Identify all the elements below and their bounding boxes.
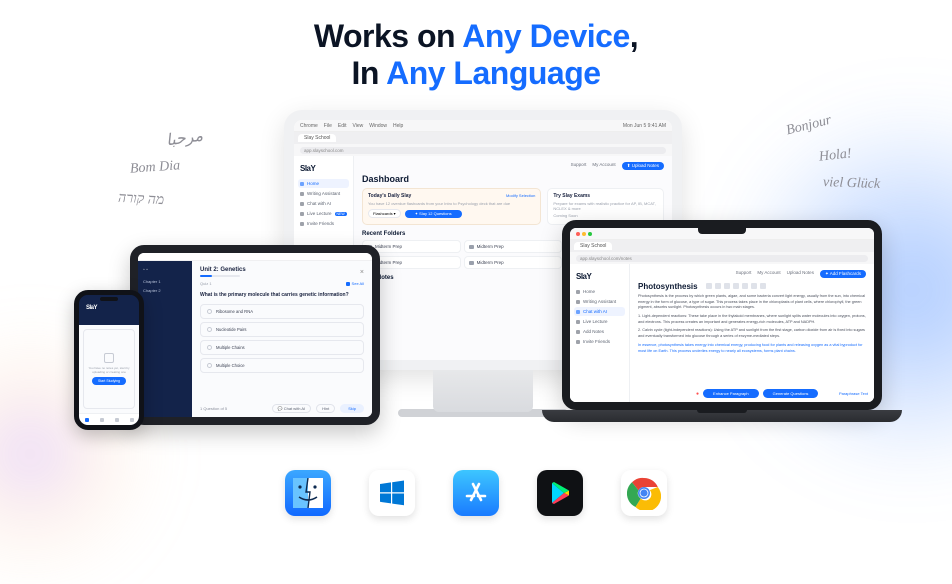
tab-4[interactable] xyxy=(124,414,139,425)
sidebar-item-lecture[interactable]: Live Lecture NEW xyxy=(298,209,349,218)
sidebar-item-lecture[interactable]: Live Lecture xyxy=(574,317,625,326)
mac-menubar: Chrome File Edit View Window Help Mon Ju… xyxy=(294,120,672,132)
generate-questions-button[interactable]: Generate Questions xyxy=(763,389,819,398)
question-counter: 1 Question of 5 xyxy=(200,406,227,411)
empty-state-card: You have no notes yet, start by uploadin… xyxy=(83,329,135,409)
upload-icon xyxy=(104,353,114,363)
quiz-option[interactable]: Multiple Choice xyxy=(200,358,364,373)
upload-notes-button[interactable]: ⬆ Upload Notes xyxy=(622,162,664,170)
bold-icon xyxy=(706,283,712,289)
device-iphone: SlaY You have no notes yet, start by upl… xyxy=(74,290,144,430)
modify-selection-link[interactable]: Modify Selection xyxy=(506,193,535,199)
quiz-nav-item[interactable]: Chapter 2 xyxy=(143,286,187,295)
sidebar-item-invite[interactable]: Invite Friends xyxy=(574,337,625,346)
headline: Works on Any Device, In Any Language xyxy=(0,0,952,92)
platform-icons xyxy=(0,470,952,516)
quiz-sidebar: ◦ ◦ Chapter 1 Chapter 2 xyxy=(138,261,192,417)
list-icon xyxy=(733,283,739,289)
link-icon xyxy=(751,283,757,289)
underline-icon xyxy=(724,283,730,289)
quiz-progress xyxy=(200,275,240,277)
more-icon xyxy=(760,283,766,289)
quiz-option[interactable]: Nucleotide Pairs xyxy=(200,322,364,337)
add-flashcards-button[interactable]: ✦ Add Flashcards xyxy=(820,270,866,278)
topbar-upload[interactable]: Upload Notes xyxy=(787,270,814,278)
quiz-option[interactable]: Ribosome and RNA xyxy=(200,304,364,319)
skip-button[interactable]: Skip xyxy=(340,404,364,413)
tab-2[interactable] xyxy=(94,414,109,425)
quiz-nav-item[interactable]: Chapter 1 xyxy=(143,277,187,286)
app-logo: SlaY xyxy=(298,162,349,179)
mic-icon[interactable]: ● xyxy=(696,391,699,397)
quiz-title: Unit 2: Genetics xyxy=(200,267,246,273)
quiz-tag: Quiz 1 xyxy=(200,281,212,286)
sidebar-item-invite[interactable]: Invite Friends xyxy=(298,219,349,228)
browser-tab[interactable]: Slay School xyxy=(298,134,336,142)
app-logo: SlaY xyxy=(84,303,134,317)
topbar-account[interactable]: My Account xyxy=(757,270,780,278)
browser-tabbar: Slay School xyxy=(294,132,672,144)
enhance-paragraph-button[interactable]: Enhance Paragraph xyxy=(703,389,759,398)
daily-slay-card: Today's Daily Slay Modify Selection You … xyxy=(362,188,541,225)
quiz-option[interactable]: Multiple Chains xyxy=(200,340,364,355)
app-logo: SlaY xyxy=(574,270,625,287)
device-ipad: ◦ ◦ Chapter 1 Chapter 2 Unit 2: Genetics… xyxy=(130,245,380,425)
slay-questions-button[interactable]: ✦ Slay 12 Questions xyxy=(405,210,462,218)
editor-toolbar[interactable] xyxy=(706,283,766,289)
windows-icon[interactable] xyxy=(369,470,415,516)
italic-icon xyxy=(715,283,721,289)
tab-3[interactable] xyxy=(109,414,124,425)
sidebar-item-chat[interactable]: Chat with AI xyxy=(574,307,625,316)
chrome-icon[interactable] xyxy=(621,470,667,516)
tab-home[interactable] xyxy=(79,414,94,425)
app-sidebar: SlaY Home Writing Assistant Chat with AI… xyxy=(570,264,630,402)
sidebar-item-writing[interactable]: Writing Assistant xyxy=(298,189,349,198)
sidebar-item-addnotes[interactable]: Add Notes xyxy=(574,327,625,336)
topbar-support[interactable]: Support xyxy=(571,162,587,170)
browser-addressbar[interactable]: app.slayschool.com xyxy=(294,144,672,156)
chat-ai-chip[interactable]: 💬 Chat with AI xyxy=(272,404,311,413)
playstore-icon[interactable] xyxy=(537,470,583,516)
topbar-support[interactable]: Support xyxy=(736,270,752,278)
appstore-icon[interactable] xyxy=(453,470,499,516)
browser-tab[interactable]: Slay School xyxy=(574,242,612,250)
sidebar-item-home[interactable]: Home xyxy=(298,179,349,188)
document-title: Photosynthesis xyxy=(638,282,698,291)
flashcards-pill[interactable]: Flashcards ▾ xyxy=(368,209,401,218)
align-icon xyxy=(742,283,748,289)
document-body[interactable]: Photosynthesis is the process by which g… xyxy=(638,294,866,354)
close-icon[interactable]: × xyxy=(360,269,364,276)
quiz-question: What is the primary molecule that carrie… xyxy=(200,292,364,298)
browser-addressbar[interactable]: app.slayschool.com/notes xyxy=(576,255,868,262)
start-studying-button[interactable]: Start Studying xyxy=(92,377,126,385)
device-macbook: Slay School app.slayschool.com/notes Sla… xyxy=(542,220,902,422)
see-all-link[interactable]: See All xyxy=(346,281,364,286)
mobile-tabbar xyxy=(79,413,139,425)
sidebar-item-chat[interactable]: Chat with AI xyxy=(298,199,349,208)
sidebar-item-writing[interactable]: Writing Assistant xyxy=(574,297,625,306)
paraphrase-link[interactable]: Paraphrase Text xyxy=(839,391,868,396)
hint-chip[interactable]: Hint xyxy=(316,404,335,413)
macos-finder-icon[interactable] xyxy=(285,470,331,516)
sidebar-item-home[interactable]: Home xyxy=(574,287,625,296)
topbar-account[interactable]: My Account xyxy=(592,162,615,170)
page-title: Dashboard xyxy=(362,174,664,184)
